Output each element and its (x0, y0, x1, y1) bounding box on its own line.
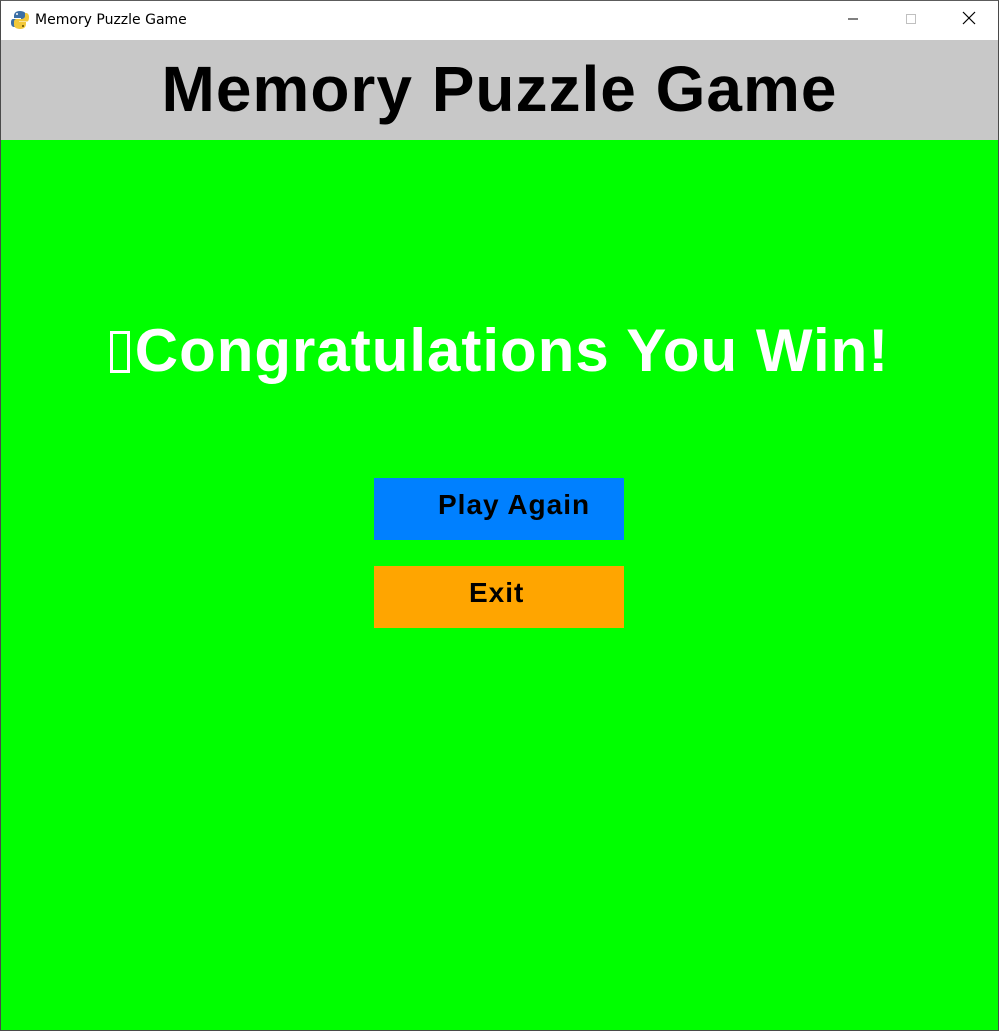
minimize-icon (847, 12, 859, 30)
play-again-label: Play Again (438, 489, 591, 520)
minimize-button[interactable] (824, 1, 882, 40)
exit-button[interactable]: Exit (374, 566, 624, 628)
exit-label: Exit (469, 577, 525, 608)
app-window: Memory Puzzle Game Memory Puzzle Game Co… (0, 0, 999, 1031)
win-message-text: Congratulations You Win! (134, 317, 890, 384)
play-again-button[interactable]: Play Again (374, 478, 624, 540)
close-icon (962, 11, 976, 30)
game-title: Memory Puzzle Game (161, 53, 838, 125)
window-titlebar[interactable]: Memory Puzzle Game (1, 1, 998, 40)
win-message: Congratulations You Win! (1, 315, 998, 387)
missing-glyph-box-icon (109, 331, 130, 373)
close-button[interactable] (940, 1, 998, 40)
game-canvas: Memory Puzzle Game Congratulations You W… (1, 40, 998, 1030)
window-title: Memory Puzzle Game (35, 12, 187, 28)
header-band: Memory Puzzle Game (1, 40, 998, 140)
maximize-icon (905, 12, 917, 30)
pygame-snake-icon (11, 10, 29, 30)
maximize-button[interactable] (882, 1, 940, 40)
